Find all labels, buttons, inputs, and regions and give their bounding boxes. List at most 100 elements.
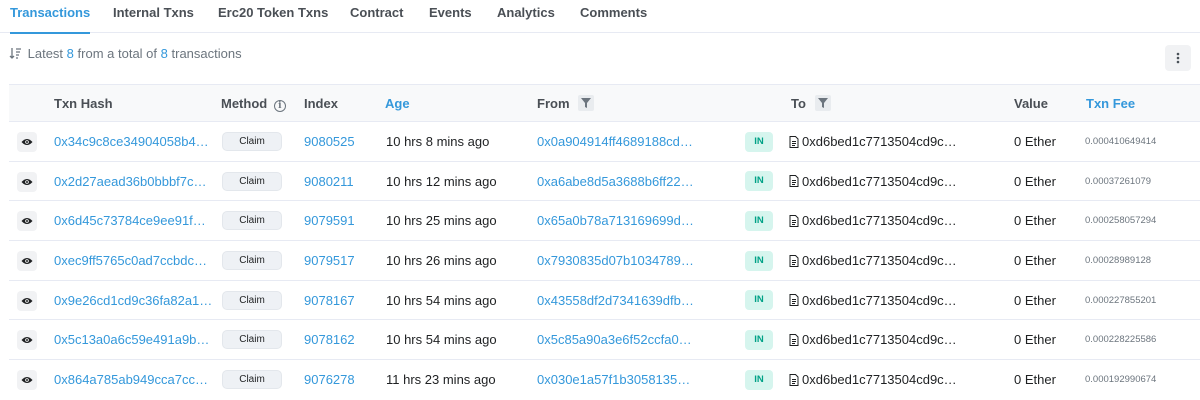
column-value: Value: [1014, 96, 1048, 111]
value-text: 0 Ether: [1014, 134, 1056, 149]
column-to-label: To: [791, 96, 806, 111]
age-text: 10 hrs 54 mins ago: [386, 292, 497, 308]
summary-prefix: Latest: [27, 46, 64, 61]
direction-cell: IN: [745, 320, 773, 359]
contract-document-icon: [789, 294, 799, 307]
table-body: 0x34c9c8ce34904058b4… Claim 9080525 10 h…: [9, 122, 1200, 400]
block-index-link[interactable]: 9076278: [304, 360, 355, 399]
eye-icon: [21, 258, 33, 265]
to-address-text: 0xd6bed1c7713504cd9c…: [802, 173, 957, 189]
tab-internal-txns[interactable]: Internal Txns: [113, 0, 194, 33]
tab-contract[interactable]: Contract: [350, 0, 403, 33]
method-badge: Claim: [222, 171, 282, 191]
direction-cell: IN: [745, 201, 773, 240]
preview-button[interactable]: [17, 171, 37, 192]
table-row: 0xec9ff5765c0ad7ccbdc… Claim 9079517 10 …: [9, 241, 1200, 281]
txn-hash-link[interactable]: 0x9e26cd1cd9c36fa82a1…: [54, 281, 212, 320]
block-index-link[interactable]: 9080211: [304, 162, 354, 201]
more-options-button[interactable]: [1165, 45, 1191, 71]
txn-hash-link[interactable]: 0xec9ff5765c0ad7ccbdc…: [54, 241, 207, 280]
txn-fee-text: 0.000192990674: [1085, 374, 1157, 386]
direction-cell: IN: [745, 241, 773, 280]
summary-total-count[interactable]: 8: [161, 46, 168, 61]
txn-hash-link[interactable]: 0x2d27aead36b0bbbf7c…: [54, 162, 207, 201]
eye-icon: [21, 178, 33, 185]
to-address-cell[interactable]: 0xd6bed1c7713504cd9c…: [789, 360, 957, 399]
tab-events[interactable]: Events: [429, 0, 472, 33]
to-address-cell[interactable]: 0xd6bed1c7713504cd9c…: [789, 320, 957, 359]
tab-transactions[interactable]: Transactions: [10, 0, 91, 34]
to-address-cell[interactable]: 0xd6bed1c7713504cd9c…: [789, 122, 957, 161]
block-index-link[interactable]: 9079517: [304, 241, 355, 280]
eye-icon: [21, 139, 33, 145]
table-row: 0x34c9c8ce34904058b4… Claim 9080525 10 h…: [9, 122, 1200, 162]
block-index-link[interactable]: 9078167: [304, 281, 355, 320]
preview-button[interactable]: [17, 251, 37, 272]
preview-button[interactable]: [17, 132, 37, 152]
from-address-link[interactable]: 0xa6abe8d5a3688b6ff22…: [537, 162, 694, 201]
tab-comments[interactable]: Comments: [580, 0, 647, 33]
block-index-link[interactable]: 9079591: [304, 201, 355, 240]
summary-latest-count: 8: [66, 46, 74, 61]
direction-badge: IN: [745, 171, 773, 192]
from-address-link[interactable]: 0x030e1a57f1b3058135…: [537, 360, 690, 399]
txn-hash-link[interactable]: 0x5c13a0a6c59e491a9b…: [54, 320, 209, 359]
preview-button[interactable]: [17, 370, 37, 391]
from-address-link[interactable]: 0x5c85a90a3e6f52ccfa0…: [537, 320, 692, 359]
from-address-link[interactable]: 0x7930835d07b1034789…: [537, 241, 694, 280]
value-text: 0 Ether: [1014, 213, 1056, 229]
summary-middle: from a total of: [77, 46, 158, 61]
direction-badge: IN: [745, 290, 773, 311]
transactions-summary: Latest 8 from a total of 8 transactions: [9, 46, 242, 61]
column-method-label: Method: [221, 96, 268, 111]
to-address-text: 0xd6bed1c7713504cd9c…: [802, 213, 957, 229]
column-age[interactable]: Age: [385, 85, 410, 123]
from-address-link[interactable]: 0x43558df2d7341639dfb…: [537, 281, 694, 320]
block-index-link[interactable]: 9078162: [304, 320, 355, 359]
contract-document-icon: [789, 254, 799, 267]
to-address-cell[interactable]: 0xd6bed1c7713504cd9c…: [789, 162, 957, 201]
age-text: 10 hrs 8 mins ago: [386, 134, 490, 149]
age-text: 10 hrs 25 mins ago: [386, 213, 497, 229]
from-filter-button[interactable]: [578, 95, 595, 111]
age-text: 10 hrs 26 mins ago: [386, 253, 497, 269]
method-badge: Claim: [222, 330, 282, 350]
txn-hash-link[interactable]: 0x34c9c8ce34904058b4…: [54, 122, 209, 161]
block-index-link[interactable]: 9080525: [304, 122, 355, 161]
direction-cell: IN: [745, 360, 773, 399]
to-filter-button[interactable]: [814, 95, 831, 111]
direction-cell: IN: [745, 281, 773, 320]
column-txn-fee[interactable]: Txn Fee: [1086, 85, 1135, 123]
value-text: 0 Ether: [1014, 332, 1056, 348]
info-icon[interactable]: i: [273, 100, 286, 112]
to-address-cell[interactable]: 0xd6bed1c7713504cd9c…: [789, 281, 957, 320]
contract-document-icon: [789, 373, 799, 386]
contract-document-icon: [789, 175, 799, 188]
txn-fee-text: 0.000227855201: [1085, 294, 1157, 306]
direction-badge: IN: [745, 369, 773, 390]
method-cell: Claim: [222, 320, 282, 359]
contract-document-icon: [789, 214, 799, 227]
txn-hash-link[interactable]: 0x864a785ab949cca7cc…: [54, 360, 208, 399]
tab-erc20-token-txns[interactable]: Erc20 Token Txns: [218, 0, 328, 33]
from-address-link[interactable]: 0x65a0b78a713169699d…: [537, 201, 694, 240]
to-address-cell[interactable]: 0xd6bed1c7713504cd9c…: [789, 241, 957, 280]
age-text: 10 hrs 12 mins ago: [386, 173, 497, 189]
method-cell: Claim: [222, 122, 282, 161]
preview-button[interactable]: [17, 211, 37, 232]
contract-document-icon: [789, 135, 799, 148]
txn-fee-text: 0.00028989128: [1085, 255, 1152, 267]
column-to: To: [791, 85, 831, 123]
column-method: Method i: [221, 85, 286, 123]
direction-badge: IN: [745, 329, 773, 350]
tab-bar: Transactions Internal Txns Erc20 Token T…: [0, 0, 1200, 34]
column-from-label: From: [537, 96, 570, 111]
method-cell: Claim: [222, 281, 282, 320]
tab-analytics[interactable]: Analytics: [497, 0, 555, 33]
method-badge: Claim: [222, 211, 282, 231]
to-address-cell[interactable]: 0xd6bed1c7713504cd9c…: [789, 201, 957, 240]
preview-button[interactable]: [17, 290, 37, 311]
preview-button[interactable]: [17, 330, 37, 351]
txn-hash-link[interactable]: 0x6d45c73784ce9ee91f…: [54, 201, 206, 240]
from-address-link[interactable]: 0x0a904914ff4689188cd…: [537, 122, 693, 161]
